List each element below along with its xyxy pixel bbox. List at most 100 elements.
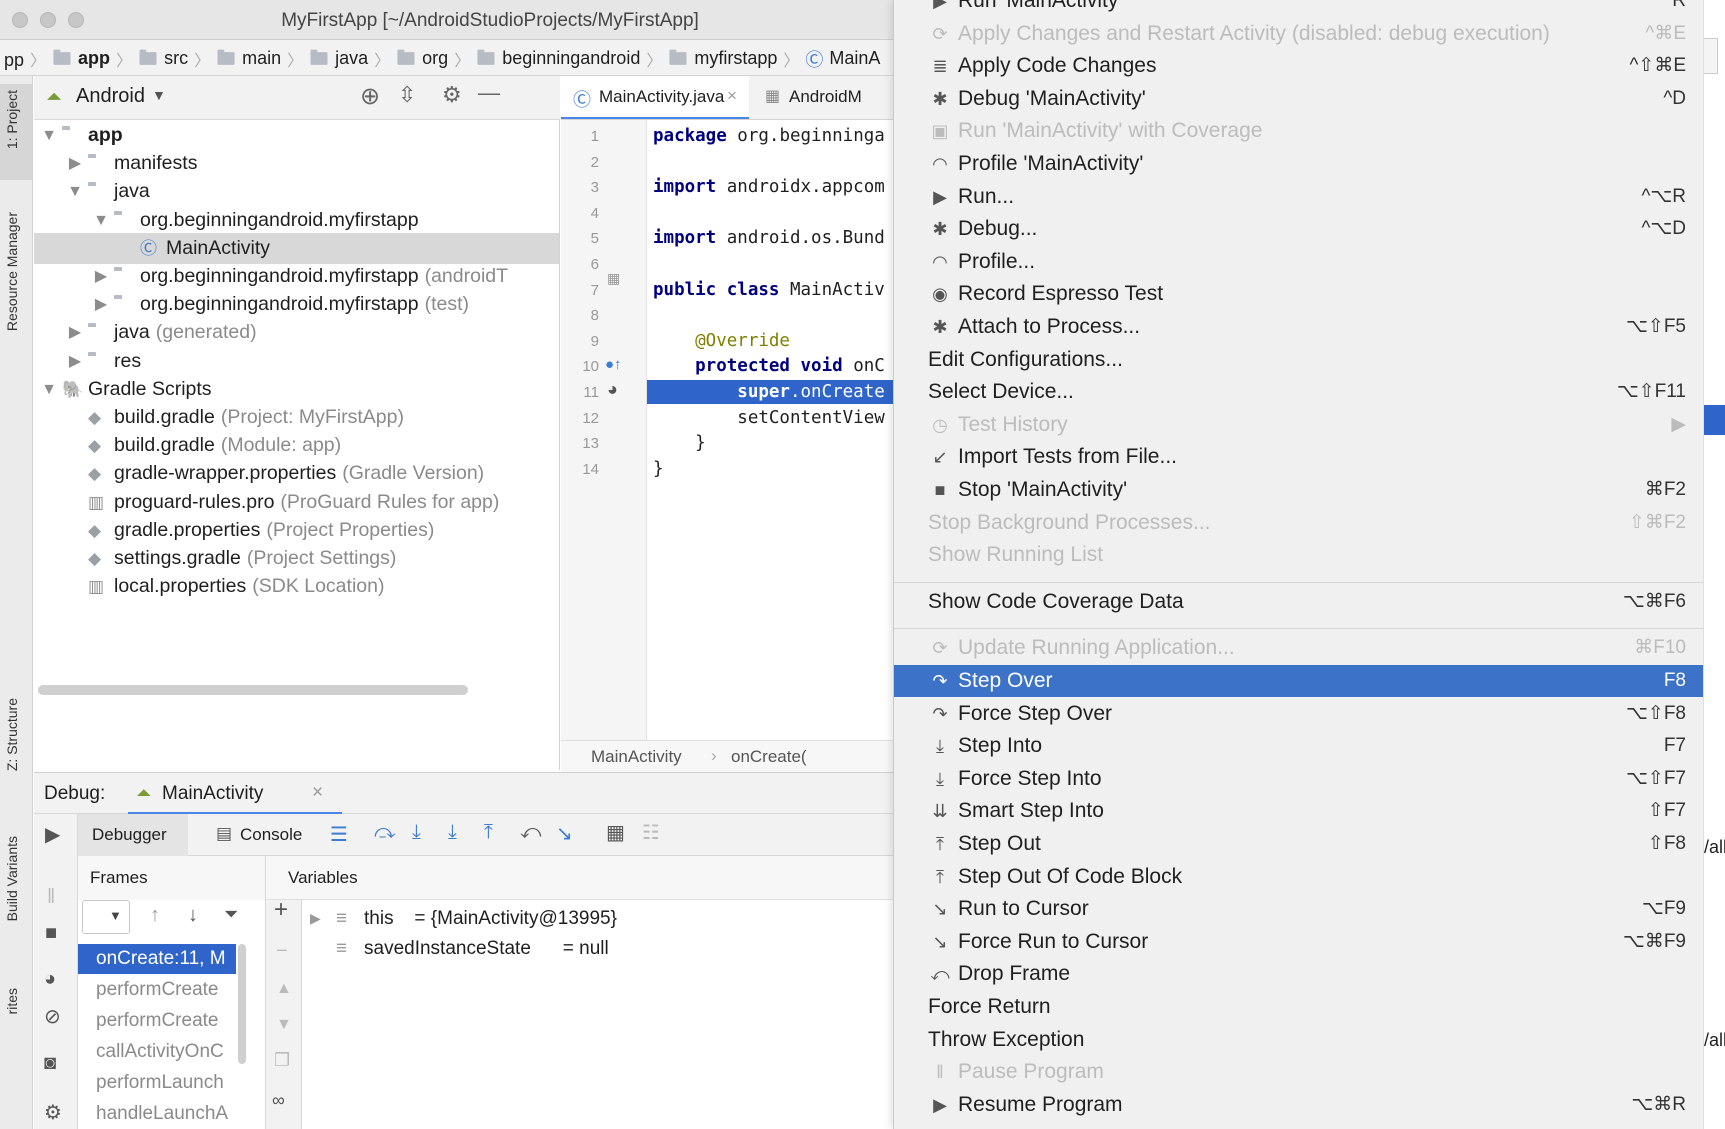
menu-item-run-mainactivity[interactable]: ▶ Run 'MainActivity' R <box>894 0 1703 17</box>
menu-item-record-espresso-test[interactable]: ◉ Record Espresso Test <box>894 278 1703 310</box>
tree-item[interactable]: ▼ java <box>34 176 559 207</box>
locate-icon[interactable]: ⊕ <box>360 82 380 111</box>
menu-item-drop-frame[interactable]: ⤺ Drop Frame <box>894 958 1703 990</box>
breadcrumb-item[interactable]: java <box>305 40 372 75</box>
menu-item-step-over[interactable]: ↷ Step Over F8 <box>894 665 1703 697</box>
breadcrumb-item[interactable]: pp <box>0 42 28 75</box>
breadcrumb-item[interactable]: org <box>392 40 452 75</box>
glasses-icon[interactable]: ∞ <box>272 1090 285 1111</box>
breadcrumb-item[interactable]: beginningandroid <box>472 40 644 75</box>
frame-row[interactable]: handleLaunchA <box>78 1099 236 1129</box>
tab-android-manifest[interactable]: ▦ AndroidM <box>757 76 901 119</box>
collapsed-arrow-icon[interactable]: ▶ <box>66 317 84 348</box>
step-over-icon[interactable]: ⤓ <box>412 821 421 844</box>
evaluate-icon[interactable]: ▦ <box>606 820 625 845</box>
tree-item[interactable]: ▶ org.beginningandroid.myfirstapp (android… <box>34 261 559 292</box>
menu-item-force-step-into[interactable]: ⤓ Force Step Into ⌥⇧F7 <box>894 763 1703 795</box>
menu-item-force-step-over[interactable]: ↷ Force Step Over ⌥⇧F8 <box>894 698 1703 730</box>
expanded-arrow-icon[interactable]: ▼ <box>92 205 110 236</box>
tree-item[interactable]: Ⓒ MainActivity <box>34 232 559 264</box>
menu-item-run-to-cursor[interactable]: ↘ Run to Cursor ⌥F9 <box>894 893 1703 925</box>
drop-frame-icon[interactable]: ⤺ <box>520 821 541 844</box>
camera-icon[interactable]: ◙ <box>44 1052 56 1075</box>
gear-icon[interactable]: ⚙ <box>44 1100 62 1125</box>
tree-item[interactable]: ▶ res <box>34 346 559 377</box>
override-gutter-icon[interactable]: ●↑ <box>605 356 622 373</box>
menu-item-step-into[interactable]: ⤓ Step Into F7 <box>894 730 1703 762</box>
menu-item-step-out[interactable]: ⤒ Step Out ⇧F8 <box>894 828 1703 860</box>
expanded-arrow-icon[interactable]: ▼ <box>40 120 58 151</box>
step-out-icon[interactable]: ⤒ <box>484 821 493 844</box>
menu-item-run[interactable]: ▶ Run... ^⌥R <box>894 181 1703 213</box>
arrow-down-icon[interactable]: ↓ <box>188 904 198 927</box>
tree-item[interactable]: ▼ app <box>34 120 559 151</box>
expanded-arrow-icon[interactable]: ▼ <box>66 176 84 207</box>
variable-row[interactable]: ▶ ≡ this = {MainActivity@13995} <box>302 908 892 936</box>
add-watch-icon[interactable]: + <box>274 896 288 924</box>
menu-item-force-run-to-cursor[interactable]: ↘ Force Run to Cursor ⌥⌘F9 <box>894 926 1703 958</box>
tree-item[interactable]: ◆ build.gradle (Module: app) <box>34 430 559 461</box>
chevron-down-icon[interactable]: ▼ <box>152 87 166 103</box>
gear-icon[interactable]: ⚙ <box>442 82 462 108</box>
project-tool-tab[interactable]: 1: Project <box>4 90 20 149</box>
resume-icon[interactable]: ▶ <box>45 822 60 847</box>
project-view-selector[interactable]: Android <box>76 85 145 108</box>
tree-item[interactable]: ▼ org.beginningandroid.myfirstapp <box>34 205 559 236</box>
menu-lines-icon[interactable]: ☰ <box>330 822 348 847</box>
menu-item-attach-to-process[interactable]: ✱ Attach to Process... ⌥⇧F5 <box>894 311 1703 343</box>
frame-row[interactable]: performLaunch <box>78 1068 236 1098</box>
expanded-arrow-icon[interactable]: ▼ <box>40 374 58 405</box>
breadcrumb-item[interactable]: app <box>48 40 114 75</box>
variable-row[interactable]: ≡ savedInstanceState = null <box>302 938 892 966</box>
breadcrumb-item[interactable]: src <box>134 40 192 75</box>
horizontal-scrollbar[interactable] <box>38 685 468 695</box>
build-variants-tool-tab[interactable]: Build Variants <box>4 836 20 921</box>
frame-row[interactable]: callActivityOnC <box>78 1037 236 1067</box>
tree-item[interactable]: ◆ settings.gradle (Project Settings) <box>34 543 559 574</box>
menu-item-step-out-of-code-block[interactable]: ⤒ Step Out Of Code Block <box>894 861 1703 893</box>
close-tab-icon[interactable]: × <box>727 86 737 106</box>
tree-item[interactable]: ▼ 🐘 Gradle Scripts <box>34 374 559 405</box>
show-execution-point-icon[interactable]: ⤼ <box>374 821 395 844</box>
collapsed-arrow-icon[interactable]: ▶ <box>92 289 110 320</box>
breadcrumb-item[interactable]: main <box>212 40 285 75</box>
breadcrumb-item[interactable]: Ⓒ MainA <box>801 41 884 76</box>
filter-icon[interactable]: ⏷ <box>224 904 238 925</box>
hide-panel-icon[interactable]: — <box>478 80 500 106</box>
menu-item-smart-step-into[interactable]: ⇊ Smart Step Into ⇧F7 <box>894 795 1703 827</box>
favorites-tool-tab[interactable]: rites <box>4 988 20 1014</box>
menu-item-import-tests-from-file[interactable]: ↙ Import Tests from File... <box>894 441 1703 473</box>
tree-item[interactable]: ◆ gradle.properties (Project Properties) <box>34 515 559 546</box>
menu-item-show-code-coverage-data[interactable]: Show Code Coverage Data ⌥⌘F6 <box>894 586 1703 618</box>
menu-item-debug-mainactivity[interactable]: ✱ Debug 'MainActivity' ^D <box>894 83 1703 115</box>
tree-item[interactable]: ▥ local.properties (SDK Location) <box>34 571 559 602</box>
menu-item-resume-program[interactable]: ▶ Resume Program ⌥⌘R <box>894 1089 1703 1121</box>
tab-console[interactable]: Console <box>240 825 302 845</box>
run-gutter-icon[interactable]: ▦ <box>607 270 620 287</box>
collapsed-arrow-icon[interactable]: ▶ <box>92 261 110 292</box>
menu-item-profile-mainactivity[interactable]: ◠ Profile 'MainActivity' <box>894 148 1703 180</box>
arrow-up-icon[interactable]: ↑ <box>150 904 160 927</box>
frame-row[interactable]: performCreate <box>78 1006 236 1036</box>
menu-item-select-device[interactable]: Select Device... ⌥⇧F11 <box>894 376 1703 408</box>
tree-item[interactable]: ▶ org.beginningandroid.myfirstapp (test) <box>34 289 559 320</box>
frame-row[interactable]: performCreate <box>78 975 236 1005</box>
tree-item[interactable]: ◆ build.gradle (Project: MyFirstApp) <box>34 402 559 433</box>
menu-item-throw-exception[interactable]: Throw Exception <box>894 1024 1703 1056</box>
breakpoint-icon[interactable]: ◕ <box>607 379 618 400</box>
tree-item[interactable]: ◆ gradle-wrapper.properties (Gradle Versio… <box>34 458 559 489</box>
tab-debug-session[interactable]: ⏶ MainActivity × <box>128 773 342 815</box>
structure-tool-tab[interactable]: Z: Structure <box>4 698 20 771</box>
scroll-thumb[interactable] <box>1704 38 1718 74</box>
stop-icon[interactable]: ■ <box>45 922 57 945</box>
collapsed-arrow-icon[interactable]: ▶ <box>66 346 84 377</box>
collapsed-arrow-icon[interactable]: ▶ <box>310 910 321 927</box>
run-to-cursor-icon[interactable]: ↘ <box>556 821 573 846</box>
menu-item-stop-mainactivity[interactable]: ■ Stop 'MainActivity' ⌘F2 <box>894 474 1703 506</box>
frame-row[interactable]: onCreate:11, M <box>78 944 236 974</box>
tab-main-activity-java[interactable]: Ⓒ MainActivity.java × <box>561 76 749 119</box>
view-breakpoints-icon[interactable]: ◕ <box>44 968 56 991</box>
menu-item-debug[interactable]: ✱ Debug... ^⌥D <box>894 213 1703 245</box>
tree-item[interactable]: ▶ java (generated) <box>34 317 559 348</box>
tree-item[interactable]: ▶ manifests <box>34 148 559 179</box>
